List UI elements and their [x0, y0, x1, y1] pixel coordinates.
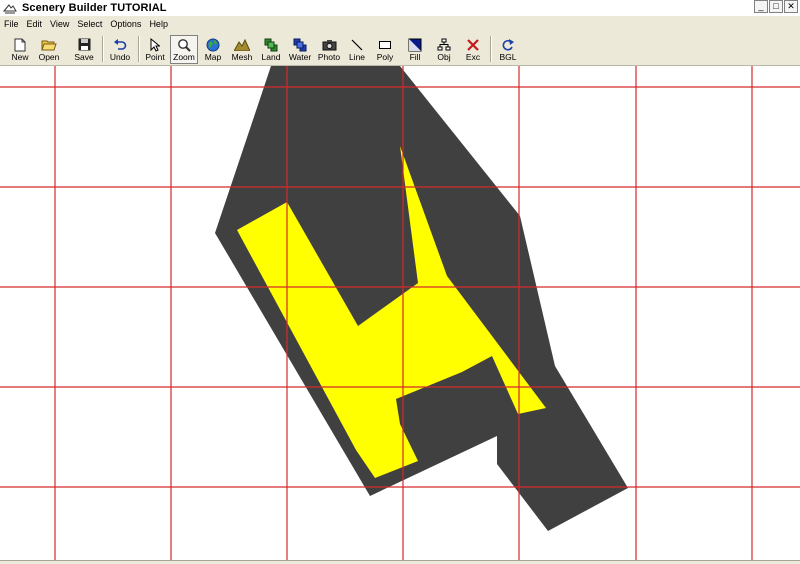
point-label: Point: [145, 52, 165, 62]
toolbar-separator: [490, 36, 492, 62]
camera-icon: [321, 37, 337, 52]
toolbar: New Open Save Undo Point Zoom Map Mesh L…: [0, 32, 800, 66]
mesh-button[interactable]: Mesh: [228, 35, 256, 64]
exc-button[interactable]: Exc: [460, 35, 486, 64]
new-button[interactable]: New: [7, 35, 33, 64]
map-label: Map: [204, 52, 222, 62]
minimize-button[interactable]: _: [754, 0, 768, 13]
mesh-label: Mesh: [231, 52, 253, 62]
exclusion-x-icon: [465, 37, 481, 52]
land-label: Land: [261, 52, 281, 62]
compile-bgl-icon: [500, 37, 516, 52]
app-icon: [2, 1, 18, 15]
line-button[interactable]: Line: [344, 35, 370, 64]
poly-label: Poly: [376, 52, 394, 62]
window-controls: _ □ ✕: [754, 0, 798, 13]
photo-label: Photo: [317, 52, 341, 62]
undo-label: Undo: [109, 52, 131, 62]
water-label: Water: [288, 52, 312, 62]
close-button[interactable]: ✕: [784, 0, 798, 13]
exc-label: Exc: [465, 52, 481, 62]
undo-arrow-icon: [112, 37, 128, 52]
poly-button[interactable]: Poly: [372, 35, 398, 64]
obj-label: Obj: [437, 52, 451, 62]
open-folder-icon: [41, 37, 57, 52]
fill-button[interactable]: Fill: [402, 35, 428, 64]
maximize-button[interactable]: □: [769, 0, 783, 13]
undo-button[interactable]: Undo: [106, 35, 134, 64]
land-tiles-icon: [263, 37, 279, 52]
save-button[interactable]: Save: [70, 35, 98, 64]
map-canvas[interactable]: [0, 66, 800, 560]
toolbar-separator: [102, 36, 104, 62]
land-button[interactable]: Land: [258, 35, 284, 64]
open-button[interactable]: Open: [35, 35, 63, 64]
globe-icon: [205, 37, 221, 52]
mountain-icon: [234, 37, 250, 52]
scenery-builder-window: Scenery Builder TUTORIAL _ □ ✕ File Edit…: [0, 0, 800, 564]
scenery-drawing[interactable]: [0, 66, 800, 560]
menu-bar: File Edit View Select Options Help: [0, 16, 800, 32]
save-label: Save: [74, 52, 94, 62]
object-tree-icon: [436, 37, 452, 52]
menu-options[interactable]: Options: [106, 16, 145, 32]
open-label: Open: [38, 52, 60, 62]
fill-tool-icon: [407, 37, 423, 52]
line-tool-icon: [349, 37, 365, 52]
new-label: New: [11, 52, 29, 62]
photo-button[interactable]: Photo: [316, 35, 342, 64]
point-button[interactable]: Point: [142, 35, 168, 64]
zoom-button[interactable]: Zoom: [170, 35, 198, 64]
map-button[interactable]: Map: [200, 35, 226, 64]
menu-file[interactable]: File: [0, 16, 23, 32]
menu-view[interactable]: View: [46, 16, 73, 32]
obj-button[interactable]: Obj: [430, 35, 458, 64]
window-title: Scenery Builder TUTORIAL: [22, 2, 167, 14]
toolbar-separator: [138, 36, 140, 62]
menu-help[interactable]: Help: [145, 16, 172, 32]
floppy-disk-icon: [76, 37, 92, 52]
water-tiles-icon: [292, 37, 308, 52]
magnifier-icon: [176, 37, 192, 52]
fill-label: Fill: [409, 52, 421, 62]
line-label: Line: [348, 52, 366, 62]
new-file-icon: [12, 37, 28, 52]
bgl-button[interactable]: BGL: [494, 35, 522, 64]
zoom-label: Zoom: [173, 52, 195, 62]
status-bar: [0, 560, 800, 564]
menu-edit[interactable]: Edit: [23, 16, 47, 32]
pointer-arrow-icon: [147, 37, 163, 52]
bgl-label: BGL: [499, 52, 517, 62]
menu-select[interactable]: Select: [73, 16, 106, 32]
water-button[interactable]: Water: [286, 35, 314, 64]
title-bar[interactable]: Scenery Builder TUTORIAL _ □ ✕: [0, 0, 800, 16]
rectangle-tool-icon: [377, 37, 393, 52]
